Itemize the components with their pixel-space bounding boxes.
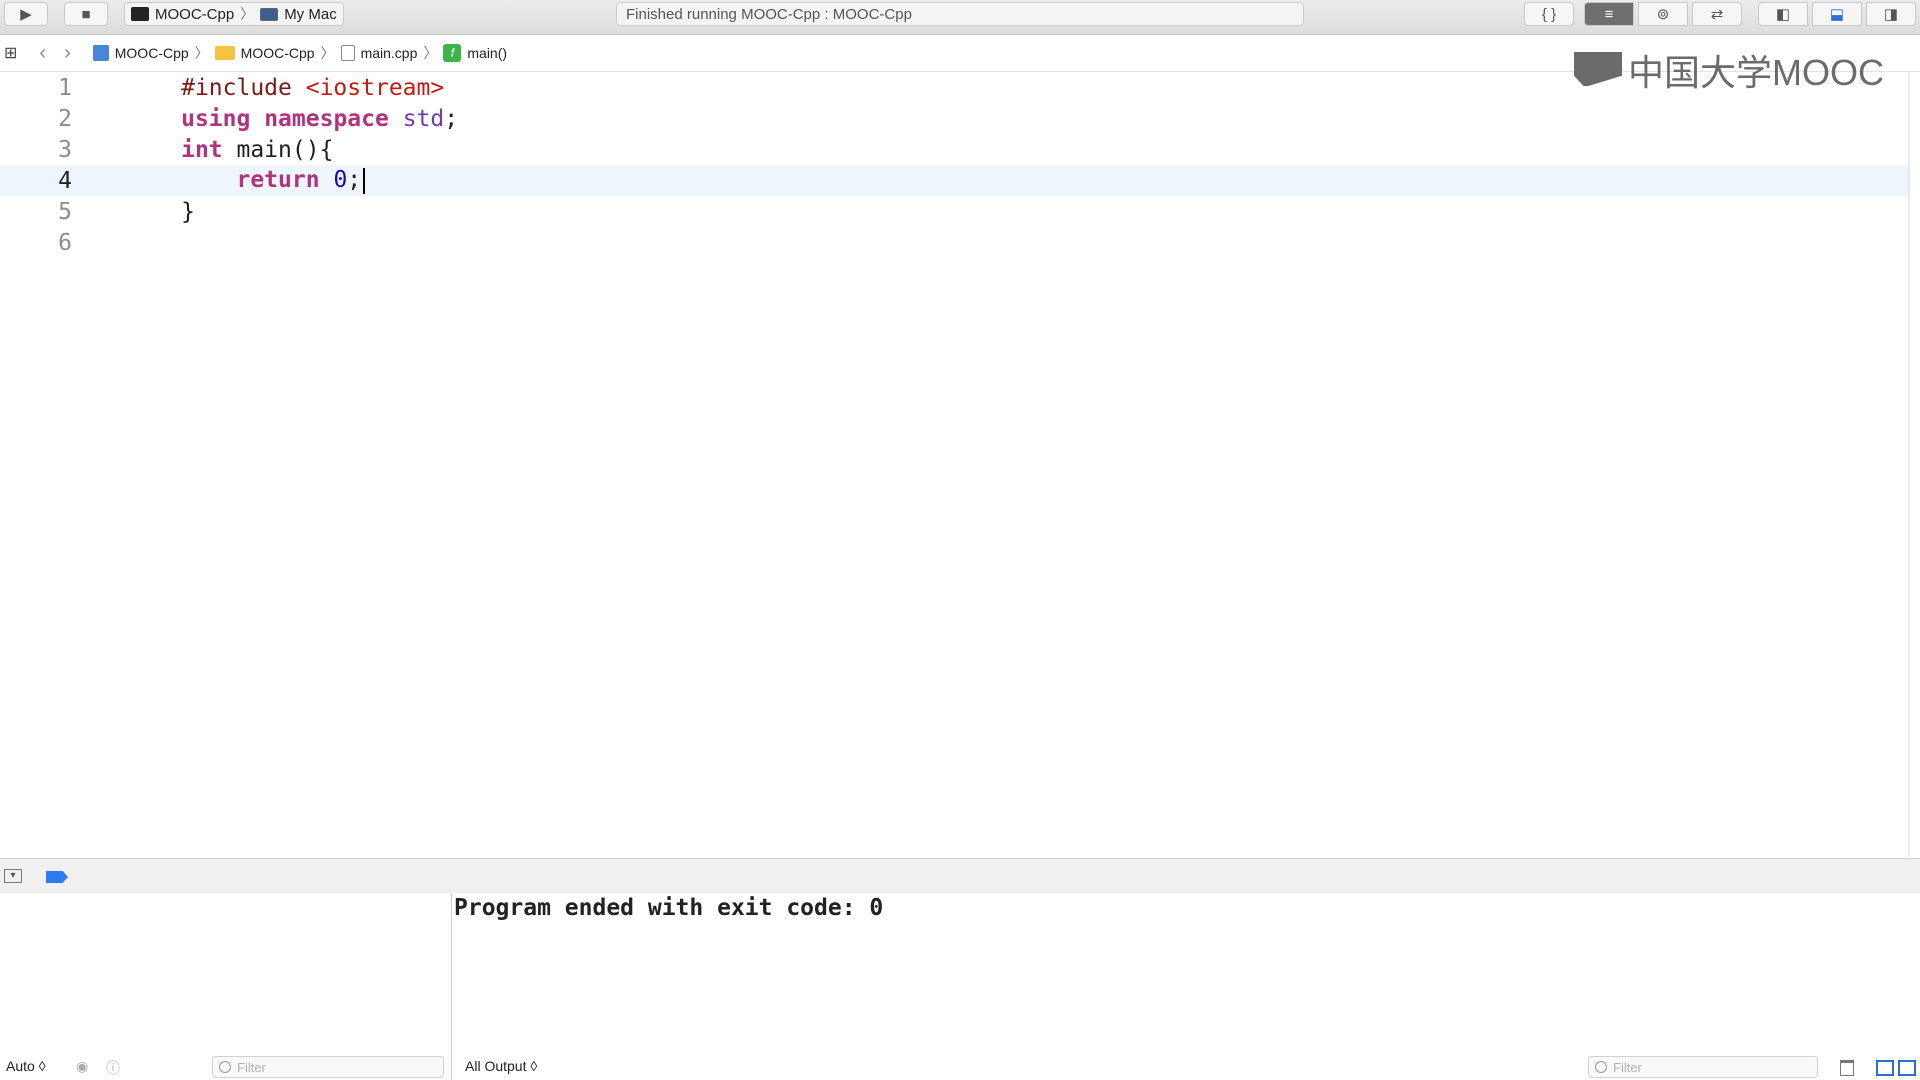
code-line-current[interactable]: 4 return 0; [0,165,1908,196]
left-panel-icon: ◧ [1775,6,1791,23]
status-text: Finished running MOOC-Cpp : MOOC-Cpp [626,6,912,23]
code-text: } [181,198,195,225]
debug-bottom-bar: Auto ◊ ◉ ⓘ Filter All Output ◊ Filter [0,1054,1920,1080]
line-number: 3 [58,136,72,163]
punct-token: ; [347,167,362,194]
show-variables-icon[interactable] [1876,1060,1894,1076]
scheme-selector[interactable]: MOOC-Cpp 〉 My Mac [124,2,344,26]
breadcrumb-function[interactable]: f main() [443,44,507,62]
assistant-editor-button[interactable]: ⊚ [1638,2,1688,26]
play-icon: ▶ [20,6,32,23]
filter-placeholder: Filter [1613,1059,1642,1075]
filter-icon [1595,1061,1607,1073]
scheme-destination: My Mac [284,5,337,23]
variables-filter-input[interactable]: Filter [212,1056,444,1078]
activity-status: Finished running MOOC-Cpp : MOOC-Cpp [616,2,1304,26]
app-icon [131,7,149,21]
bottom-panel-icon: ⬓ [1829,6,1845,23]
lines-icon: ≡ [1604,5,1614,23]
identifier-token: std [402,105,445,132]
stop-icon: ■ [81,5,91,23]
toggle-debug-area-button[interactable]: ⬓ [1812,2,1862,26]
library-button[interactable]: { } [1524,2,1574,26]
console-text: Program ended with exit code: 0 [454,895,884,921]
code-line[interactable]: 5 } [0,196,1908,227]
trash-icon[interactable] [1840,1060,1854,1076]
code-line[interactable]: 6 [0,227,1908,258]
arrows-icon: ⇄ [1710,6,1724,23]
version-editor-button[interactable]: ⇄ [1692,2,1742,26]
standard-editor-button[interactable]: ≡ [1584,2,1634,26]
forward-button[interactable]: › [64,42,71,65]
output-select[interactable]: All Output ◊ [465,1058,537,1074]
back-button[interactable]: ‹ [39,42,46,65]
hide-debug-area-icon[interactable]: ▾ [4,869,22,883]
function-icon: f [443,44,462,62]
variables-view[interactable] [0,893,452,1080]
show-console-icon[interactable] [1898,1060,1916,1076]
logo-text: 中国大学MOOC [1628,52,1884,93]
line-number: 5 [58,198,72,225]
text-caret [363,167,366,194]
debug-bar: ▾ [0,858,1920,894]
logo-mark-icon [1574,50,1622,90]
info-icon[interactable]: ⓘ [106,1058,120,1078]
keyword-token: return [236,167,320,194]
run-button[interactable]: ▶ [4,2,48,26]
punct-token: ; [444,105,459,132]
mooc-logo: 中国大学MOOC [1574,44,1884,96]
line-number: 2 [58,105,72,132]
line-number: 1 [58,74,72,101]
rings-icon: ⊚ [1656,6,1670,23]
filter-icon [219,1061,231,1073]
filter-placeholder: Filter [237,1059,266,1075]
toolbar: ▶ ■ MOOC-Cpp 〉 My Mac Finished running M… [0,0,1920,35]
related-items-icon[interactable]: ⊞ [4,43,17,63]
breadcrumb-label: main() [467,45,508,61]
line-number: 6 [58,229,72,256]
braces-icon: { } [1541,5,1557,23]
console-filter-input[interactable]: Filter [1588,1056,1818,1078]
line-number: 4 [58,167,72,194]
chevron-right-icon: 〉 [240,6,255,22]
editor-scrollbar[interactable] [1908,72,1910,857]
console-output[interactable]: Program ended with exit code: 0 [452,893,1920,1053]
source-editor[interactable]: 1 #include <iostream> 2 using namespace … [0,72,1920,857]
mac-icon [260,7,279,21]
scheme-target: MOOC-Cpp [155,5,235,23]
right-panel-icon: ◨ [1883,6,1899,23]
breakpoints-toggle-icon[interactable] [46,871,68,883]
toggle-utilities-button[interactable]: ◨ [1866,2,1916,26]
number-token: 0 [333,167,348,194]
toggle-navigator-button[interactable]: ◧ [1758,2,1808,26]
stop-button[interactable]: ■ [64,2,108,26]
eye-icon[interactable]: ◉ [76,1058,88,1075]
auto-variables-select[interactable]: Auto ◊ [6,1058,46,1074]
